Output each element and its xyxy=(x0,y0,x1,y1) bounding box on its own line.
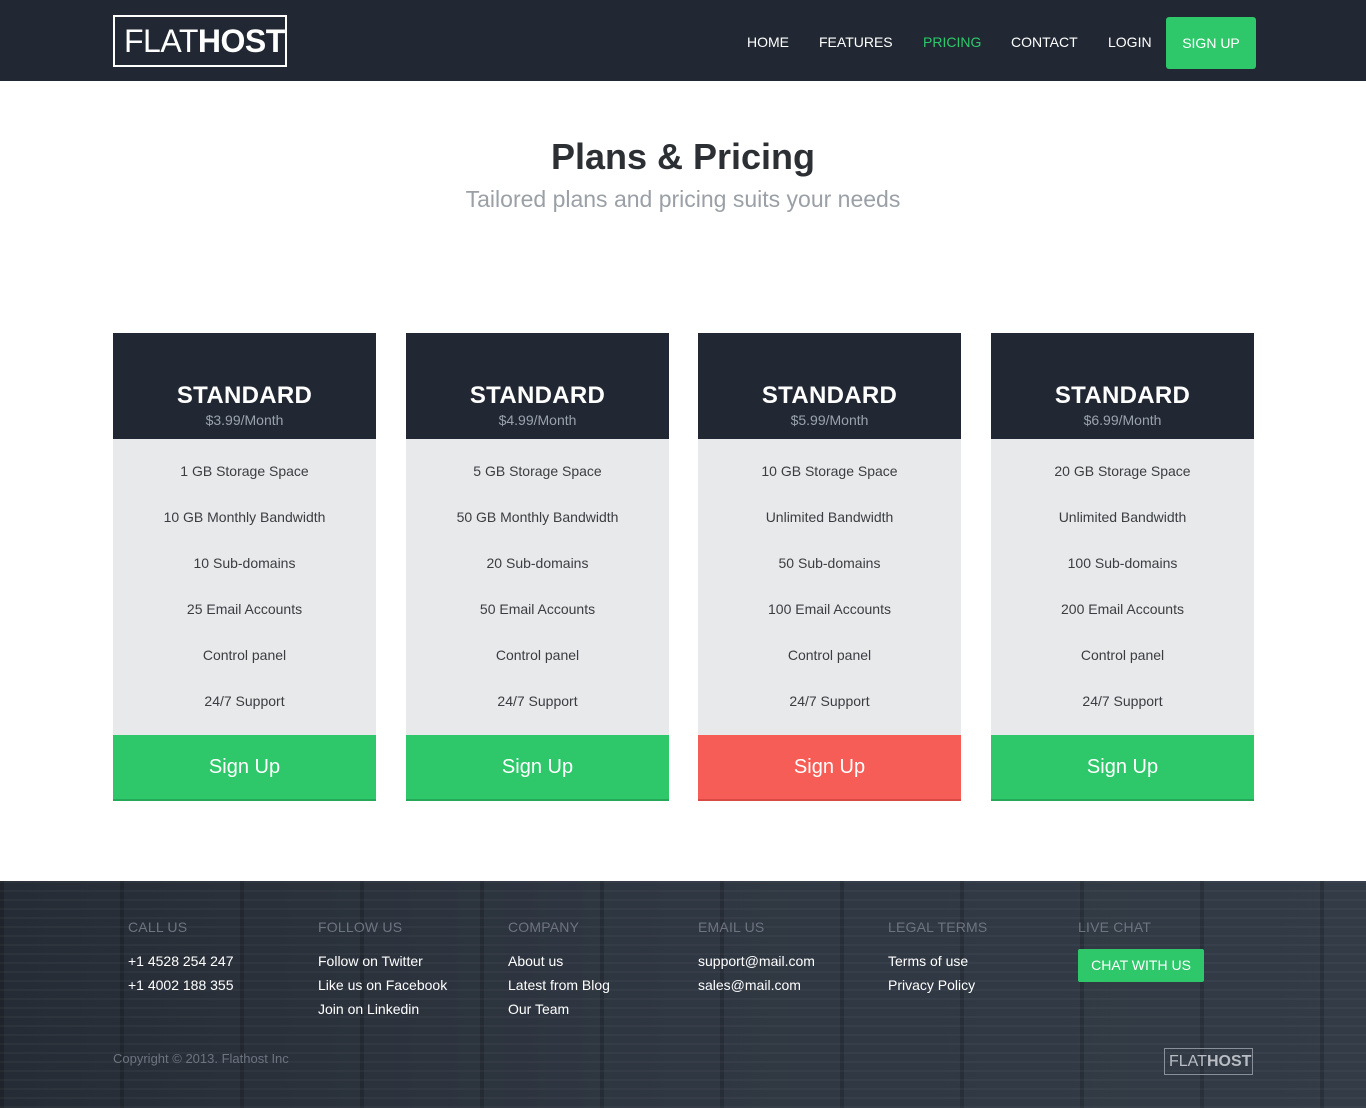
plan-features: 10 GB Storage Space Unlimited Bandwidth … xyxy=(698,439,961,735)
nav-contact[interactable]: CONTACT xyxy=(1011,34,1078,50)
flathost-logo[interactable]: FLATHOST xyxy=(113,15,287,67)
logo-light-text: FLAT xyxy=(124,23,198,59)
chat-with-us-button[interactable]: CHAT WITH US xyxy=(1078,949,1204,982)
feature-storage: 1 GB Storage Space xyxy=(180,463,309,479)
feature-email-accounts: 100 Email Accounts xyxy=(768,601,891,617)
feature-storage: 5 GB Storage Space xyxy=(473,463,602,479)
plan-signup-button[interactable]: Sign Up xyxy=(113,735,376,801)
blog-link[interactable]: Latest from Blog xyxy=(508,973,610,997)
feature-email-accounts: 25 Email Accounts xyxy=(186,601,303,617)
footer-heading: FOLLOW US xyxy=(318,919,403,935)
plan-header: STANDARD $6.99/Month xyxy=(991,333,1254,439)
feature-subdomains: 20 Sub-domains xyxy=(486,555,589,571)
footer-call-us: CALL US +1 4528 254 247 +1 4002 188 355 xyxy=(128,919,234,997)
plan-signup-button[interactable]: Sign Up xyxy=(406,735,669,801)
pricing-plan-2: STANDARD $4.99/Month 5 GB Storage Space … xyxy=(406,333,669,801)
feature-control-panel: Control panel xyxy=(787,647,872,663)
page-title: Plans & Pricing xyxy=(550,136,816,177)
nav-home[interactable]: HOME xyxy=(747,34,789,50)
sales-email-link[interactable]: sales@mail.com xyxy=(698,973,815,997)
terms-of-use-link[interactable]: Terms of use xyxy=(888,949,987,973)
feature-control-panel: Control panel xyxy=(202,647,287,663)
footer-email-us: EMAIL US support@mail.com sales@mail.com xyxy=(698,919,815,997)
nav-pricing[interactable]: PRICING xyxy=(923,34,981,50)
top-navbar: FLATHOST HOME FEATURES PRICING CONTACT L… xyxy=(0,0,1366,81)
footer-logo-light-text: FLAT xyxy=(1169,1053,1207,1070)
feature-support: 24/7 Support xyxy=(1082,693,1163,709)
feature-storage: 20 GB Storage Space xyxy=(1054,463,1191,479)
plan-name: STANDARD xyxy=(176,382,313,409)
footer-logo-bold-text: HOST xyxy=(1206,1053,1252,1070)
signup-button[interactable]: SIGN UP xyxy=(1166,17,1256,69)
plan-price: $5.99/Month xyxy=(790,412,869,428)
footer-live-chat: LIVE CHAT CHAT WITH US xyxy=(1078,919,1204,982)
footer-heading: COMPANY xyxy=(508,919,580,935)
twitter-link[interactable]: Follow on Twitter xyxy=(318,949,447,973)
feature-subdomains: 50 Sub-domains xyxy=(778,555,881,571)
pricing-plan-3: STANDARD $5.99/Month 10 GB Storage Space… xyxy=(698,333,961,801)
footer-heading: LEGAL TERMS xyxy=(888,919,988,935)
plan-name: STANDARD xyxy=(469,382,606,409)
plan-header: STANDARD $5.99/Month xyxy=(698,333,961,439)
footer-company: COMPANY About us Latest from Blog Our Te… xyxy=(508,919,610,1021)
page-footer: CALL US +1 4528 254 247 +1 4002 188 355 … xyxy=(0,881,1366,1108)
plan-signup-button[interactable]: Sign Up xyxy=(698,735,961,801)
plan-name: STANDARD xyxy=(1054,382,1191,409)
plan-header: STANDARD $3.99/Month xyxy=(113,333,376,439)
feature-subdomains: 10 Sub-domains xyxy=(193,555,296,571)
footer-heading: CALL US xyxy=(128,919,188,935)
copyright-text: Copyright © 2013. Flathost Inc xyxy=(113,1051,289,1066)
plan-price: $4.99/Month xyxy=(498,412,577,428)
footer-follow-us: FOLLOW US Follow on Twitter Like us on F… xyxy=(318,919,447,1021)
team-link[interactable]: Our Team xyxy=(508,997,610,1021)
feature-bandwidth: 10 GB Monthly Bandwidth xyxy=(163,509,326,525)
phone-number: +1 4528 254 247 xyxy=(128,953,234,969)
feature-control-panel: Control panel xyxy=(495,647,580,663)
nav-features[interactable]: FEATURES xyxy=(819,34,893,50)
feature-storage: 10 GB Storage Space xyxy=(761,463,898,479)
feature-support: 24/7 Support xyxy=(789,693,870,709)
footer-legal-terms: LEGAL TERMS Terms of use Privacy Policy xyxy=(888,919,987,997)
footer-heading: EMAIL US xyxy=(698,919,765,935)
footer-logo[interactable]: FLATHOST xyxy=(1164,1048,1253,1075)
pricing-plan-1: STANDARD $3.99/Month 1 GB Storage Space … xyxy=(113,333,376,801)
feature-subdomains: 100 Sub-domains xyxy=(1067,555,1178,571)
feature-email-accounts: 50 Email Accounts xyxy=(479,601,596,617)
phone-number: +1 4002 188 355 xyxy=(128,977,234,993)
feature-support: 24/7 Support xyxy=(497,693,578,709)
pricing-plan-4: STANDARD $6.99/Month 20 GB Storage Space… xyxy=(991,333,1254,801)
plan-features: 20 GB Storage Space Unlimited Bandwidth … xyxy=(991,439,1254,735)
plan-price: $3.99/Month xyxy=(205,412,284,428)
facebook-link[interactable]: Like us on Facebook xyxy=(318,973,447,997)
feature-bandwidth: Unlimited Bandwidth xyxy=(765,509,894,525)
support-email-link[interactable]: support@mail.com xyxy=(698,949,815,973)
plan-features: 5 GB Storage Space 50 GB Monthly Bandwid… xyxy=(406,439,669,735)
feature-support: 24/7 Support xyxy=(204,693,285,709)
feature-bandwidth: 50 GB Monthly Bandwidth xyxy=(456,509,619,525)
about-us-link[interactable]: About us xyxy=(508,949,610,973)
privacy-policy-link[interactable]: Privacy Policy xyxy=(888,973,987,997)
plan-header: STANDARD $4.99/Month xyxy=(406,333,669,439)
plan-signup-button[interactable]: Sign Up xyxy=(991,735,1254,801)
page-subtitle: Tailored plans and pricing suits your ne… xyxy=(465,186,901,212)
plan-price: $6.99/Month xyxy=(1083,412,1162,428)
logo-bold-text: HOST xyxy=(197,23,285,59)
feature-email-accounts: 200 Email Accounts xyxy=(1061,601,1184,617)
footer-heading: LIVE CHAT xyxy=(1078,919,1152,935)
linkedin-link[interactable]: Join on Linkedin xyxy=(318,997,447,1021)
plan-features: 1 GB Storage Space 10 GB Monthly Bandwid… xyxy=(113,439,376,735)
nav-login[interactable]: LOGIN xyxy=(1108,34,1152,50)
feature-control-panel: Control panel xyxy=(1080,647,1165,663)
plan-name: STANDARD xyxy=(761,382,898,409)
feature-bandwidth: Unlimited Bandwidth xyxy=(1058,509,1187,525)
